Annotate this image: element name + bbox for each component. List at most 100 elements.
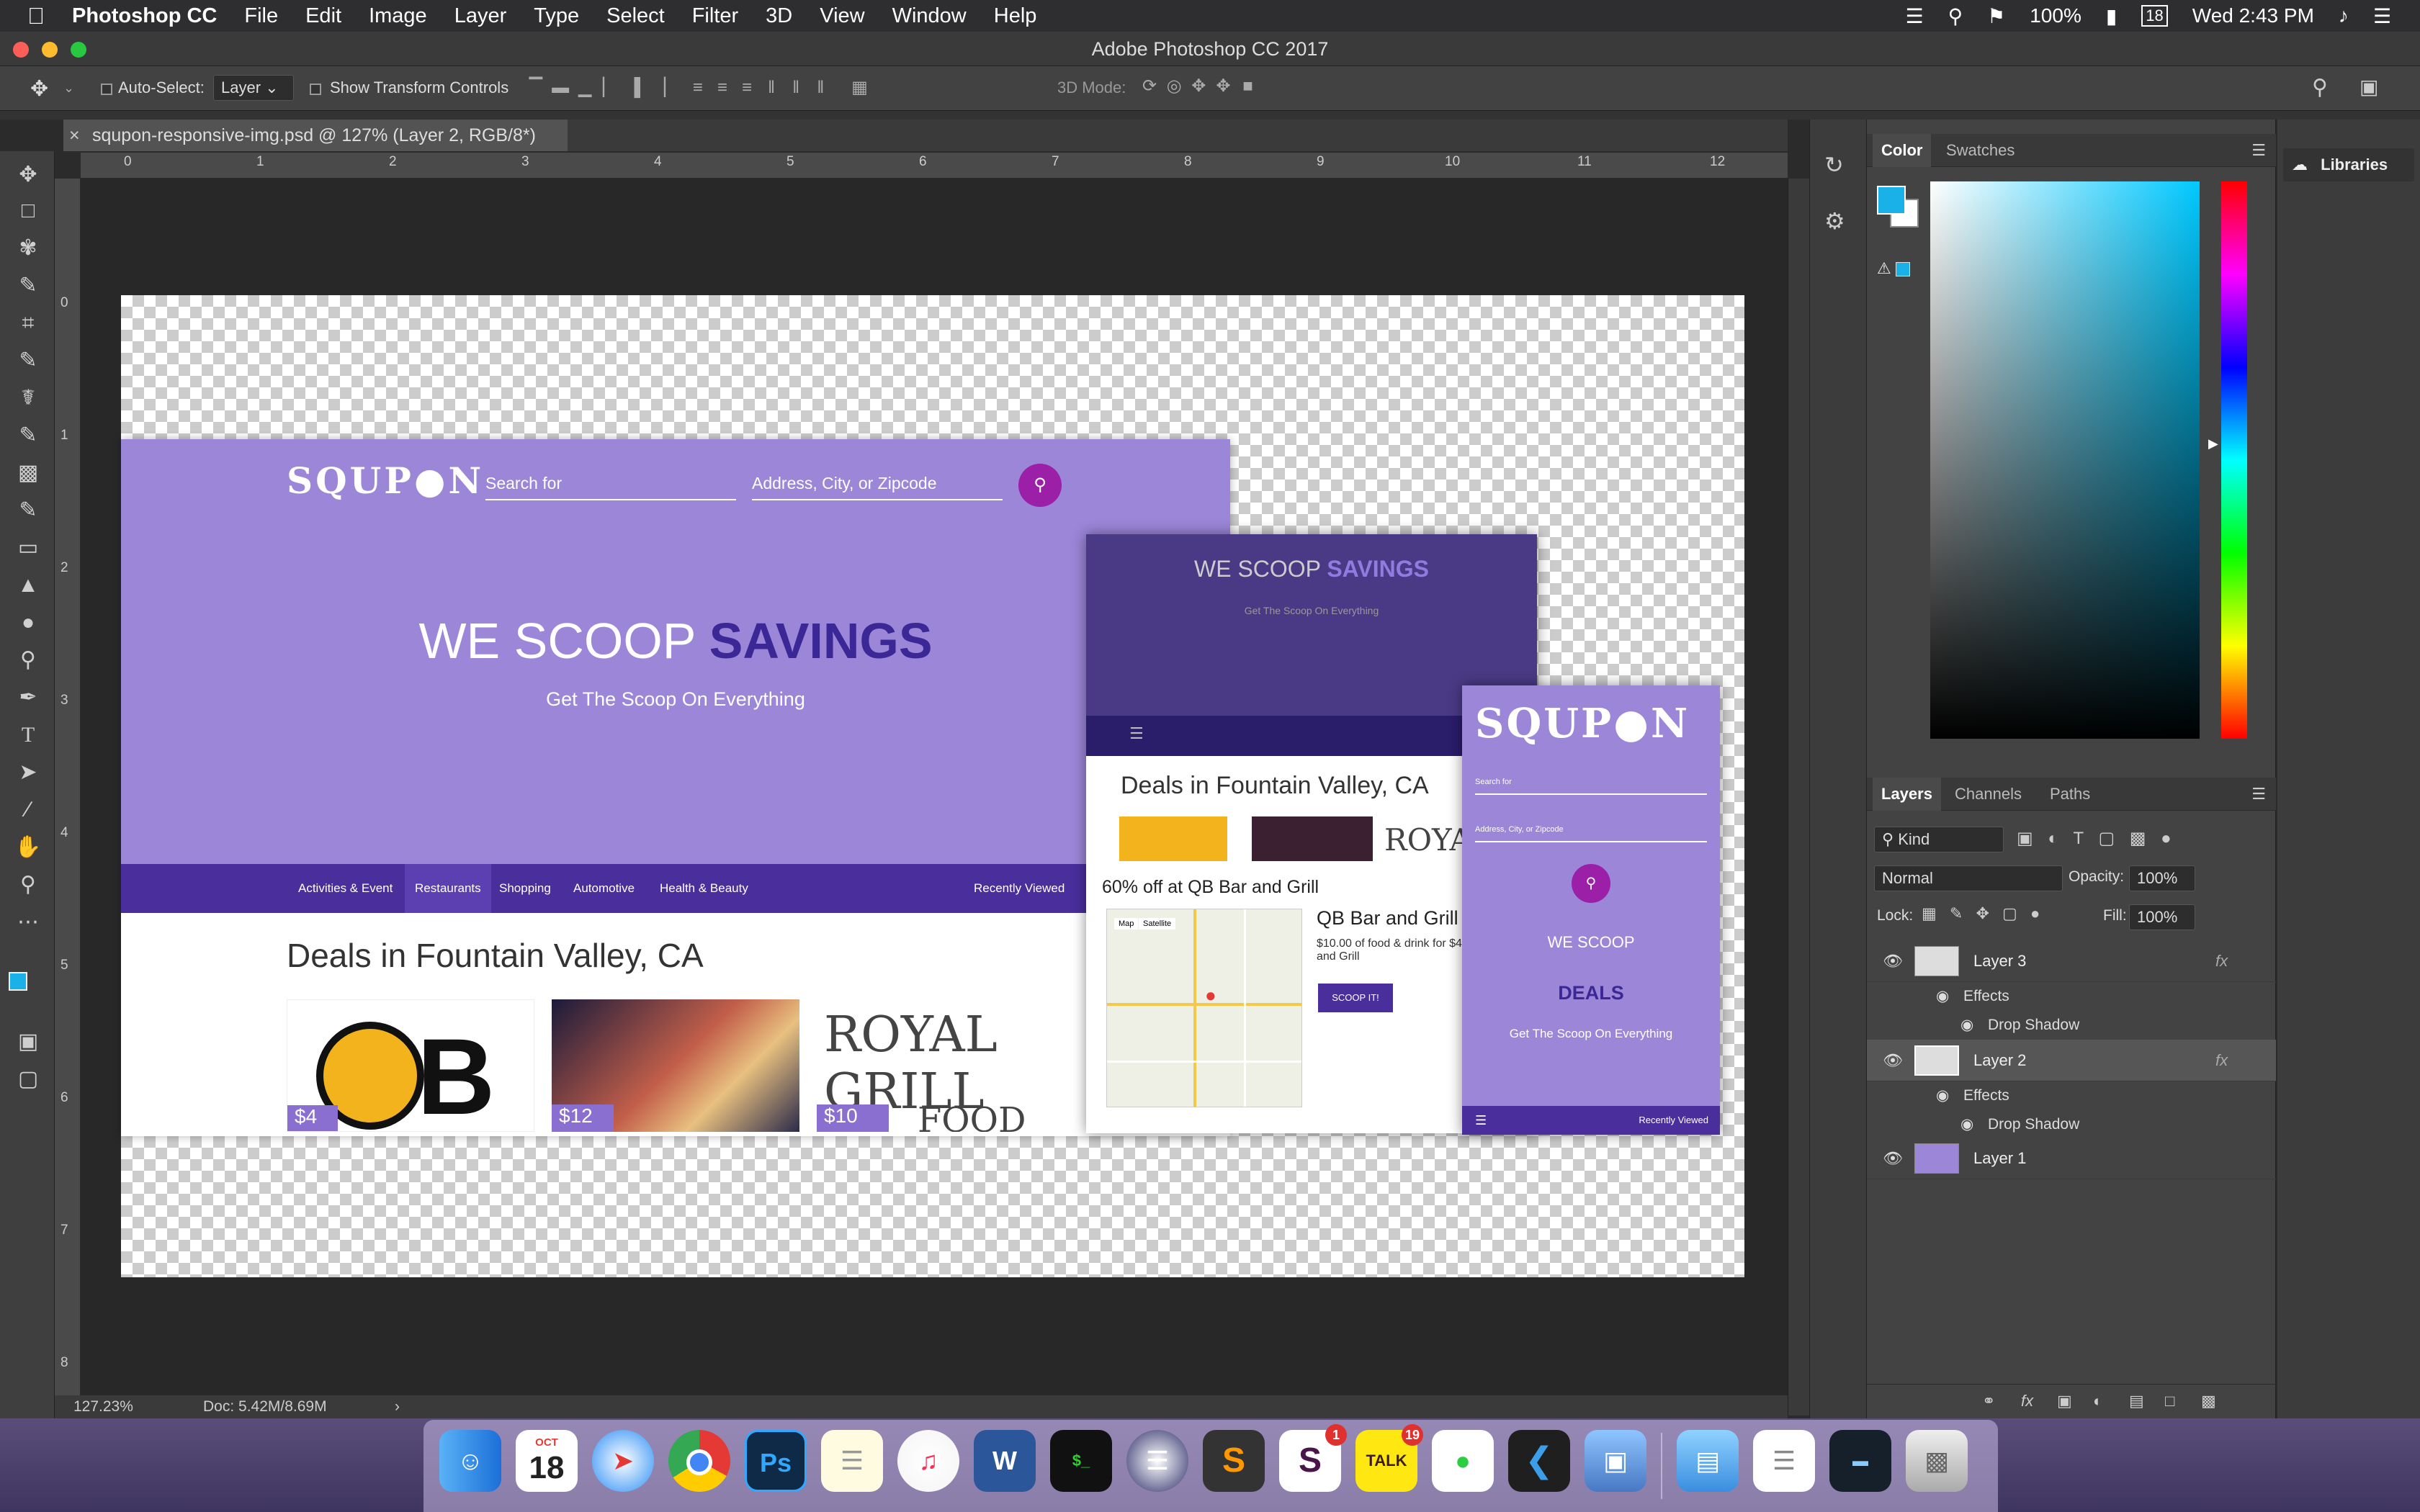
history-brush-tool-icon[interactable]: ✎ — [14, 497, 42, 524]
close-window-button[interactable] — [13, 42, 29, 58]
visibility-eye-icon[interactable]: 👁 — [1883, 940, 1903, 982]
delete-layer-icon[interactable]: ▩ — [2201, 1392, 2216, 1410]
nav-activities[interactable]: Activities & Event — [298, 864, 393, 913]
notes-icon[interactable]: ☰ — [821, 1430, 883, 1492]
hue-pointer-icon[interactable]: ▶ — [2208, 436, 2218, 451]
deal-card-royal[interactable]: ROYAL GRILL FOOD $10 — [817, 999, 1065, 1132]
healing-brush-tool-icon[interactable]: ☤ — [14, 384, 42, 412]
layer-name[interactable]: Layer 1 — [1973, 1138, 2026, 1179]
transform-controls-checkbox[interactable] — [310, 79, 327, 98]
flag-icon[interactable]: ⚑ — [1987, 4, 2005, 28]
hand-tool-icon[interactable]: ✋ — [14, 834, 42, 861]
scoop-it-button[interactable]: SCOOP IT! — [1318, 984, 1393, 1012]
menu-3d[interactable]: 3D — [766, 4, 792, 28]
phone-address-field[interactable]: Address, City, or Zipcode — [1475, 825, 1707, 842]
link-layers-icon[interactable]: ⚭ — [1982, 1392, 1995, 1410]
new-group-icon[interactable]: ▤ — [2129, 1392, 2144, 1410]
distribute-left-icon[interactable]: ‖ — [761, 78, 781, 98]
vscode-icon[interactable]: ❮ — [1508, 1430, 1570, 1492]
new-layer-icon[interactable]: □ — [2165, 1392, 2174, 1410]
document-tab[interactable]: × squpon-responsive-img.psd @ 127% (Laye… — [63, 120, 568, 151]
distribute-hcenter-icon[interactable]: ‖ — [786, 78, 806, 98]
nav-shopping[interactable]: Shopping — [499, 864, 551, 913]
search-icon[interactable]: ⚲ — [2312, 75, 2328, 100]
phone-search-icon[interactable]: ⚲ — [1572, 864, 1610, 903]
3d-scale-icon[interactable]: ■ — [1238, 76, 1258, 96]
adjustment-layer-icon[interactable]: ◐ — [2093, 1392, 2102, 1410]
phone-search-field[interactable]: Search for — [1475, 778, 1707, 795]
quick-select-tool-icon[interactable]: ✎ — [14, 272, 42, 300]
blur-tool-icon[interactable]: ● — [14, 609, 42, 636]
web-safe-swatch[interactable] — [1896, 262, 1910, 276]
filter-toggle-icon[interactable]: ● — [2161, 829, 2172, 848]
tab-layers[interactable]: Layers — [1873, 778, 1941, 811]
layers-panel-menu-icon[interactable]: ☰ — [2251, 778, 2266, 811]
eyedropper-tool-icon[interactable]: ✎ — [14, 347, 42, 374]
chevron-down-icon[interactable]: ⌄ — [63, 81, 74, 96]
layer-row[interactable]: 👁 Layer 1 — [1867, 1138, 2276, 1179]
lasso-tool-icon[interactable]: ✾ — [14, 235, 42, 262]
more-tools-icon[interactable]: ⋯ — [14, 909, 42, 936]
clone-stamp-tool-icon[interactable]: ▩ — [14, 459, 42, 487]
lock-pixels-icon[interactable]: ✎ — [1950, 904, 1963, 922]
visibility-eye-icon[interactable]: ◉ — [1960, 1011, 1973, 1040]
address-field[interactable]: Address, City, or Zipcode — [752, 474, 1003, 500]
pixel-filter-icon[interactable]: ▣ — [2017, 829, 2033, 848]
fill-input[interactable]: 100% — [2129, 904, 2195, 930]
effect-row[interactable]: ◉ Drop Shadow — [1867, 1110, 2276, 1139]
move-tool-icon[interactable]: ✥ — [30, 76, 48, 102]
hue-slider[interactable] — [2221, 181, 2247, 739]
add-style-icon[interactable]: fx — [2021, 1392, 2033, 1410]
eclipse-icon[interactable]: ☰ — [1126, 1430, 1188, 1492]
auto-select-dropdown[interactable]: Layer ⌄ — [213, 75, 294, 101]
documents-stack-icon[interactable]: ☰ — [1753, 1430, 1815, 1492]
eraser-tool-icon[interactable]: ▭ — [14, 534, 42, 562]
workspace-icon[interactable]: ▣ — [2360, 75, 2378, 99]
clock[interactable]: Wed 2:43 PM — [2192, 4, 2314, 27]
effects-row[interactable]: ◉ Effects — [1867, 982, 2276, 1011]
distribute-vcenter-icon[interactable]: ≡ — [712, 78, 732, 98]
zoom-level[interactable]: 127.23% — [73, 1395, 133, 1418]
distribute-bottom-icon[interactable]: ≡ — [737, 78, 757, 98]
type-tool-icon[interactable]: T — [14, 721, 42, 749]
map-view[interactable]: Map Satellite ● — [1106, 909, 1302, 1107]
smart-object-filter-icon[interactable]: ▩ — [2130, 829, 2146, 848]
lock-position-icon[interactable]: ✥ — [1976, 904, 1989, 922]
opacity-input[interactable]: 100% — [2129, 865, 2195, 891]
libraries-button[interactable]: ☁ Libraries — [2283, 148, 2414, 181]
filter-kind-dropdown[interactable]: ⚲ Kind — [1874, 827, 2004, 852]
marquee-tool-icon[interactable]: □ — [14, 197, 42, 225]
visibility-eye-icon[interactable]: 👁 — [1883, 1040, 1903, 1081]
screen-mode-icon[interactable]: ▢ — [14, 1066, 42, 1093]
distribute-right-icon[interactable]: ‖ — [810, 78, 830, 98]
quick-mask-icon[interactable]: ▣ — [14, 1028, 42, 1056]
type-filter-icon[interactable]: T — [2074, 829, 2084, 848]
apple-icon[interactable]:  — [27, 3, 45, 30]
calendar-date[interactable]: 18 — [2141, 5, 2168, 27]
align-left-icon[interactable]: ▏ — [599, 78, 619, 98]
align-bottom-icon[interactable]: ▁ — [575, 78, 595, 98]
calendar-icon[interactable]: OCT 18 — [516, 1430, 578, 1492]
history-icon[interactable]: ↻ — [1824, 151, 1844, 179]
photoshop-icon[interactable]: Ps — [745, 1430, 807, 1492]
add-mask-icon[interactable]: ▣ — [2057, 1392, 2072, 1410]
notification-center-icon[interactable]: ☰ — [2373, 4, 2391, 28]
hamburger-icon[interactable]: ☰ — [1129, 724, 1144, 743]
panel-menu-icon[interactable]: ☰ — [2251, 134, 2266, 167]
menu-image[interactable]: Image — [369, 4, 427, 28]
blend-mode-dropdown[interactable]: Normal — [1874, 865, 2063, 891]
auto-select-checkbox[interactable] — [101, 79, 118, 98]
phone-recently-viewed[interactable]: Recently Viewed — [1639, 1106, 1708, 1135]
align-right-icon[interactable]: ▕ — [649, 78, 669, 98]
menu-type[interactable]: Type — [534, 4, 579, 28]
3d-pan-icon[interactable]: ✥ — [1188, 76, 1209, 96]
kakaotalk-icon[interactable]: TALK 19 — [1355, 1424, 1423, 1492]
visibility-eye-icon[interactable]: ◉ — [1936, 982, 1949, 1011]
nav-automotive[interactable]: Automotive — [573, 864, 635, 913]
foreground-color-swatch[interactable] — [9, 972, 27, 991]
tab-paths[interactable]: Paths — [2041, 778, 2099, 811]
color-fg-swatch[interactable] — [1877, 186, 1906, 215]
search-field[interactable]: Search for — [485, 474, 736, 500]
preview-icon[interactable]: ▣ — [1585, 1430, 1646, 1492]
nav-recently-viewed[interactable]: Recently Viewed — [974, 864, 1065, 913]
